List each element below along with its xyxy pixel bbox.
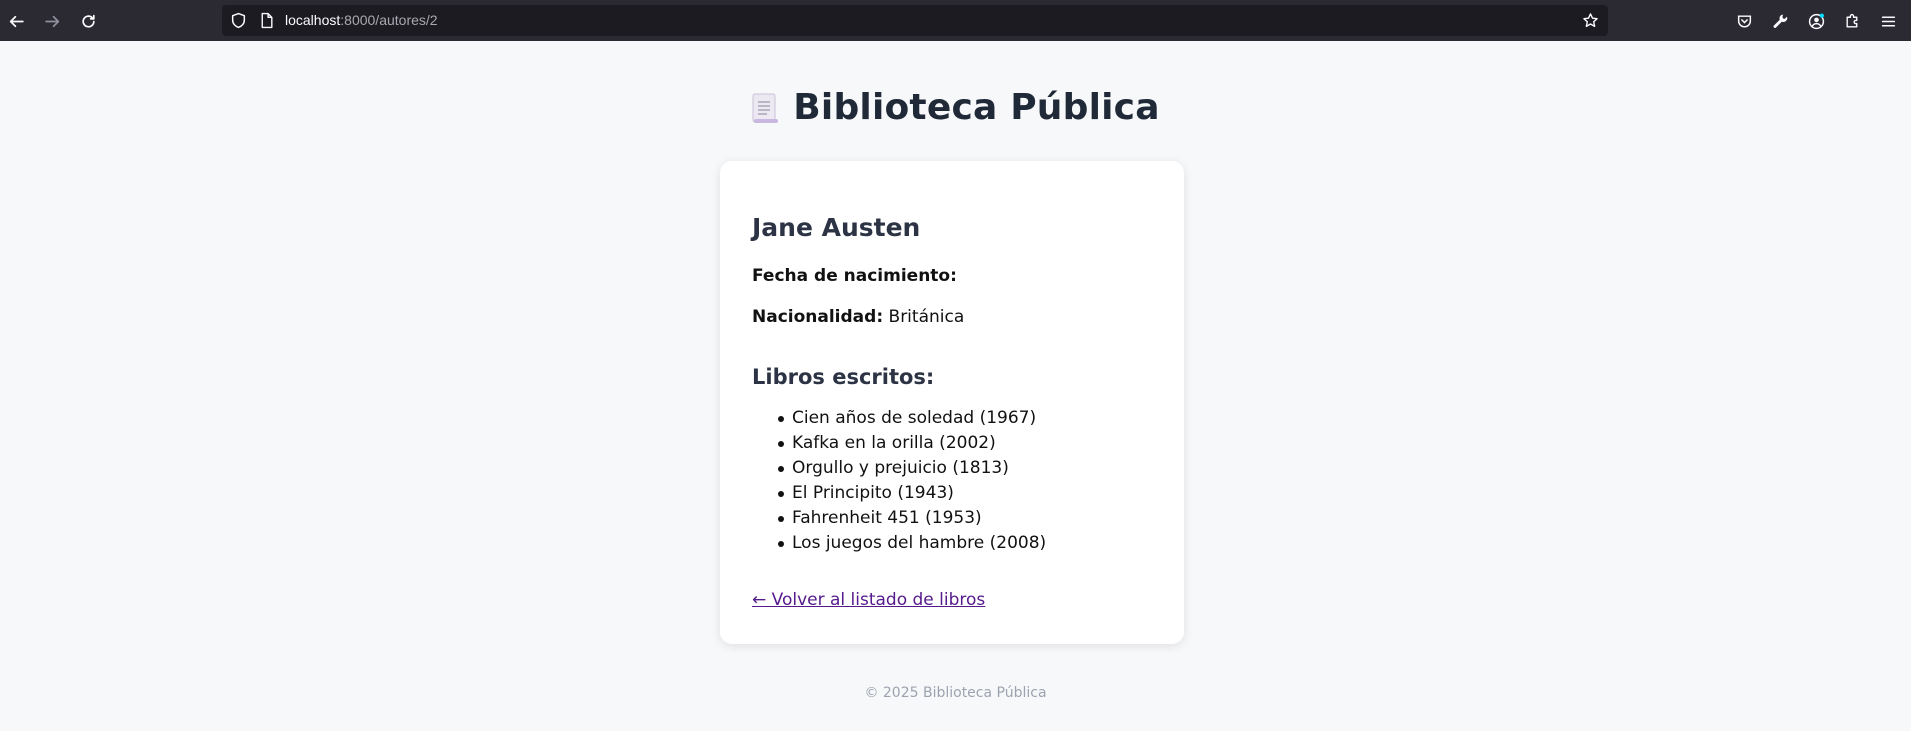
back-button[interactable] [3,8,29,34]
hamburger-menu-icon [1881,15,1895,27]
menu-button[interactable] [1875,8,1901,34]
author-name: Jane Austen [752,213,921,242]
nationality-value: Británica [888,307,965,327]
nationality-field: Nacionalidad: Británica [752,307,964,327]
books-heading: Libros escritos: [752,365,935,389]
address-bar[interactable]: localhost:8000/autores/2 [222,5,1608,36]
author-card: Jane Austen Fecha de nacimiento: Naciona… [720,161,1184,644]
browser-toolbar: localhost:8000/autores/2 [0,0,1911,41]
list-item: Fahrenheit 451 (1953) [752,506,1046,531]
url-path: :8000/autores/2 [340,12,438,28]
list-item: El Principito (1943) [752,481,1046,506]
list-item: Kafka en la orilla (2002) [752,431,1046,456]
birth-date-field: Fecha de nacimiento: [752,266,957,286]
footer: © 2025 Biblioteca Pública [864,685,1047,701]
arrow-left-icon [9,15,24,27]
list-item: Orgullo y prejuicio (1813) [752,456,1046,481]
scroll-icon [752,93,779,123]
arrow-right-icon [44,15,59,27]
birth-date-label: Fecha de nacimiento: [752,266,957,286]
account-icon [1808,13,1824,29]
extensions-button[interactable] [1839,8,1865,34]
bookmark-star-icon[interactable] [1582,12,1599,29]
url-host: localhost [285,12,341,28]
shield-icon[interactable] [230,12,247,29]
nationality-label: Nacionalidad: [752,307,884,327]
forward-button[interactable] [39,8,65,34]
pocket-button[interactable] [1731,8,1757,34]
site-header: Biblioteca Pública [0,87,1911,134]
list-item: Cien años de soledad (1967) [752,406,1046,431]
wrench-icon [1773,14,1787,28]
site-title: Biblioteca Pública [793,87,1160,128]
reload-button[interactable] [75,8,101,34]
pocket-icon [1737,14,1751,28]
list-item: Los juegos del hambre (2008) [752,531,1046,556]
puzzle-icon [1845,13,1857,28]
books-list: Cien años de soledad (1967) Kafka en la … [752,406,1046,556]
url-text[interactable]: localhost:8000/autores/2 [285,12,438,28]
reload-icon [81,14,95,28]
account-button[interactable] [1803,8,1829,34]
tools-button[interactable] [1767,8,1793,34]
page-content: Biblioteca Pública Jane Austen Fecha de … [0,41,1911,731]
back-to-list-link[interactable]: ← Volver al listado de libros [752,590,985,610]
page-icon[interactable] [258,12,275,29]
